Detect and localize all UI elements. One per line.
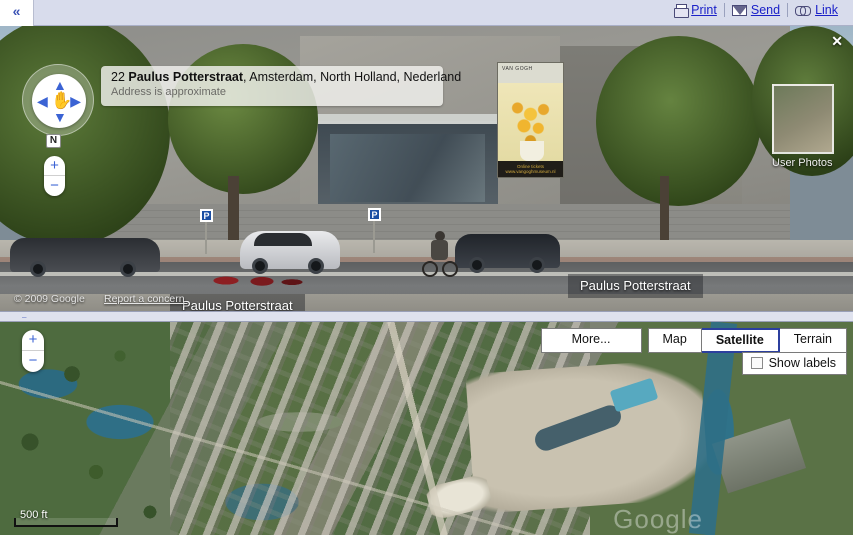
banner-foot-line2: www.vangoghmuseum.nl (505, 169, 556, 174)
top-toolbar: « Print Send Link (0, 0, 853, 34)
street-view-zoom-control[interactable]: + − (44, 156, 65, 196)
print-label: Print (691, 3, 717, 17)
wheel (120, 261, 136, 277)
roads-overlay (0, 322, 853, 535)
map-type-map-button[interactable]: Map (647, 328, 702, 353)
street-view-zoom-out-button[interactable]: − (44, 176, 65, 196)
parking-sign-right: P (368, 208, 381, 221)
chain-link-icon (795, 5, 812, 16)
double-chevron-left-icon: « (12, 3, 21, 19)
envelope-icon (731, 4, 747, 16)
address-number: 22 (111, 70, 129, 84)
banner-footer: Online tickets www.vangoghmuseum.nl (498, 161, 563, 177)
parking-sign-left: P (200, 209, 213, 222)
wheel (469, 257, 485, 273)
map-type-controls: More... Map Satellite Terrain (540, 328, 847, 353)
map-zoom-in-button[interactable]: + (22, 330, 44, 351)
banner-title: VAN GOGH (498, 63, 563, 83)
cyclist (422, 231, 458, 277)
map-zoom-out-button[interactable]: − (22, 351, 44, 372)
parked-bicycles (190, 254, 310, 292)
van-gogh-museum-banner: VAN GOGH Online tickets www.vangoghmuseu… (497, 62, 564, 178)
show-labels-checkbox[interactable] (750, 357, 763, 369)
street-view-pan-control[interactable]: ▲ ▼ ◀ ▶ ✋ (22, 64, 94, 136)
parked-car-dark (10, 238, 160, 277)
pan-up-arrow-icon[interactable]: ▲ (53, 78, 67, 92)
wheel (30, 261, 46, 277)
streetview-copyright: © 2009 Google (14, 293, 85, 305)
map-type-button-group: Map Satellite Terrain (647, 328, 847, 353)
address-line: 22 Paulus Potterstraat, Amsterdam, North… (111, 70, 461, 84)
show-labels-checkbox-row[interactable]: Show labels (741, 352, 847, 375)
close-icon[interactable]: ✕ (831, 33, 843, 50)
map-type-terrain-button[interactable]: Terrain (779, 328, 847, 353)
scale-bar-label: 500 ft (20, 509, 48, 521)
pan-left-arrow-icon[interactable]: ◀ (37, 94, 48, 108)
link-label: Link (815, 3, 838, 17)
panel-splitter[interactable]: ⎯⎯ (0, 311, 853, 331)
send-label: Send (750, 3, 781, 17)
wheel (529, 257, 545, 273)
parking-sign-pole-right (373, 221, 375, 253)
pan-hand-icon[interactable]: ✋ (51, 91, 72, 111)
street-name-label-right: Paulus Potterstraat (568, 274, 703, 298)
compass-north-indicator: N (46, 134, 61, 148)
pan-control-inner: ▲ ▼ ◀ ▶ ✋ (32, 74, 86, 128)
wheel (308, 258, 324, 274)
user-photos-panel[interactable]: User Photos (772, 84, 842, 176)
street-view-panel[interactable]: VAN GOGH Online tickets www.vangoghmuseu… (0, 26, 853, 311)
street-view-zoom-in-button[interactable]: + (44, 156, 65, 176)
action-links: Print Send Link (667, 3, 845, 18)
parked-car-black (455, 234, 560, 273)
address-region: , Amsterdam, North Holland, Nederland (243, 70, 462, 84)
map-scale-bar: 500 ft (14, 509, 118, 527)
printer-icon (674, 4, 690, 18)
street-name-label-left: Paulus Potterstraat (170, 294, 305, 311)
vase-shape (520, 141, 544, 161)
entrance-glass (330, 134, 485, 202)
user-photos-caption: User Photos (772, 157, 833, 169)
pan-down-arrow-icon[interactable]: ▼ (53, 110, 67, 124)
show-labels-label: Show labels (768, 356, 836, 370)
send-link[interactable]: Send (723, 3, 787, 17)
link-link[interactable]: Link (787, 3, 845, 17)
google-maps-streetview-page: « Print Send Link VAN GOGH Online ticket… (0, 0, 853, 535)
google-watermark: Google (613, 504, 703, 534)
bicycle-wheel (422, 261, 438, 277)
tree-right (596, 36, 761, 206)
report-a-concern-link[interactable]: Report a concern. (104, 293, 187, 305)
map-zoom-control[interactable]: + − (22, 330, 44, 372)
address-info-box: 22 Paulus Potterstraat, Amsterdam, North… (101, 66, 461, 106)
map-type-satellite-button[interactable]: Satellite (701, 328, 780, 353)
address-approximate-note: Address is approximate (111, 86, 226, 98)
satellite-map-panel[interactable]: + − More... Map Satellite Terrain Show l… (0, 322, 853, 535)
user-photo-thumbnail[interactable] (772, 84, 834, 154)
more-map-types-button[interactable]: More... (540, 328, 642, 353)
address-street: Paulus Potterstraat (128, 70, 244, 84)
cyclist-body (431, 240, 448, 260)
parking-sign-pole-left (205, 222, 207, 254)
print-link[interactable]: Print (667, 3, 724, 18)
bicycle-wheel (442, 261, 458, 277)
